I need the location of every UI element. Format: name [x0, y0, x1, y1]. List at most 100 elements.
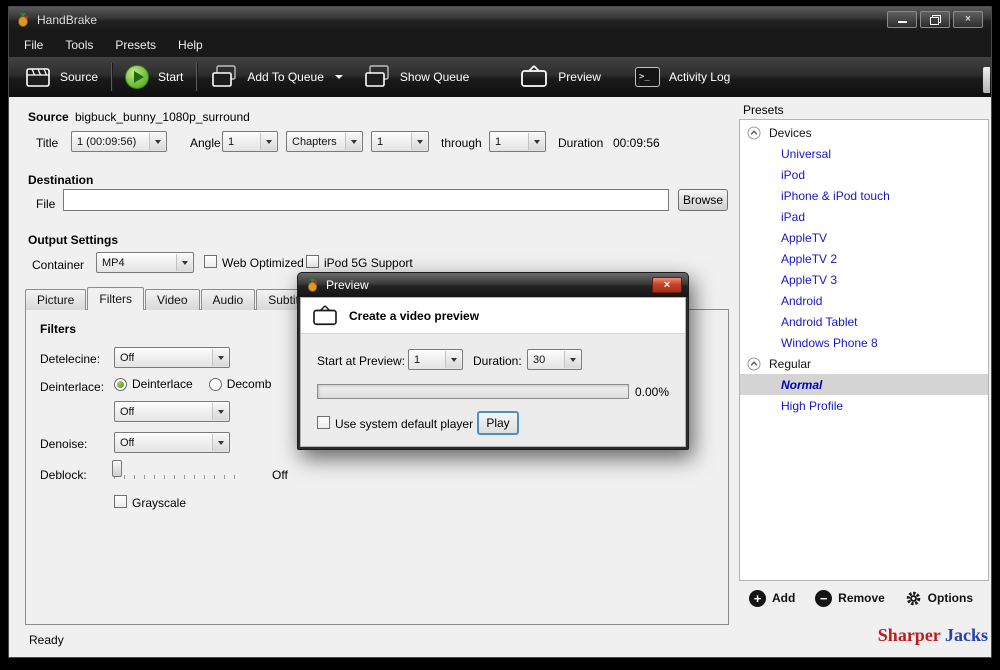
tv-preview-icon: [311, 305, 339, 327]
preview-duration-select[interactable]: 30: [527, 349, 582, 370]
activity-log-button[interactable]: >_ Activity Log: [625, 60, 740, 94]
presets-list: DevicesUniversaliPodiPhone & iPod touchi…: [739, 119, 989, 581]
start-at-preview-select[interactable]: 1: [408, 349, 463, 370]
preset-options-button[interactable]: Options: [905, 590, 973, 607]
close-icon: ×: [664, 280, 670, 291]
denoise-label: Denoise:: [40, 437, 87, 451]
default-player-checkbox[interactable]: [317, 416, 330, 429]
close-button[interactable]: ×: [953, 11, 983, 28]
preset-group-regular[interactable]: Regular: [740, 353, 988, 374]
start-button-label: Start: [158, 70, 183, 84]
minimize-icon: [898, 16, 907, 23]
dropdown-arrow-icon: [149, 133, 165, 150]
container-select[interactable]: MP4: [96, 252, 194, 273]
preset-item-iphone-ipod-touch[interactable]: iPhone & iPod touch: [740, 185, 988, 206]
preset-group-devices[interactable]: Devices: [740, 122, 988, 143]
start-button[interactable]: Start: [115, 60, 193, 94]
preview-dialog-title: Preview: [326, 278, 369, 292]
menu-presets[interactable]: Presets: [104, 34, 167, 56]
preview-dialog: Preview × Create a video preview Start a…: [297, 272, 689, 450]
file-input[interactable]: [63, 189, 669, 211]
preset-item-ipod[interactable]: iPod: [740, 164, 988, 185]
add-to-queue-button[interactable]: Add To Queue: [200, 60, 353, 94]
preset-item-appletv-3[interactable]: AppleTV 3: [740, 269, 988, 290]
start-icon: [125, 65, 149, 89]
show-queue-icon: [363, 64, 391, 90]
gear-icon: [905, 590, 922, 607]
preset-item-appletv-2[interactable]: AppleTV 2: [740, 248, 988, 269]
dropdown-arrow-icon: [176, 254, 192, 271]
preview-progress-bar: [317, 384, 629, 399]
tab-video[interactable]: Video: [145, 289, 199, 310]
play-button[interactable]: Play: [477, 411, 519, 435]
source-button[interactable]: Source: [15, 60, 108, 94]
source-icon: [25, 65, 51, 89]
detelecine-label: Detelecine:: [40, 352, 100, 366]
preset-item-android[interactable]: Android: [740, 290, 988, 311]
preset-item-windows-phone-8[interactable]: Windows Phone 8: [740, 332, 988, 353]
title-bar[interactable]: HandBrake ×: [9, 7, 991, 32]
tab-filters[interactable]: Filters: [87, 287, 144, 310]
range-mode-select[interactable]: Chapters: [286, 131, 363, 152]
decomb-radio-label: Decomb: [227, 377, 272, 391]
range-end-select[interactable]: 1: [489, 131, 546, 152]
title-label: Title: [36, 136, 58, 150]
deblock-slider[interactable]: [112, 460, 244, 482]
preset-item-ipad[interactable]: iPad: [740, 206, 988, 227]
preview-close-button[interactable]: ×: [652, 277, 682, 293]
preview-progress-text: 0.00%: [635, 385, 669, 399]
add-to-queue-label: Add To Queue: [247, 70, 324, 84]
tab-picture[interactable]: Picture: [25, 289, 86, 310]
preset-item-high-profile[interactable]: High Profile: [740, 395, 988, 416]
tab-audio[interactable]: Audio: [201, 289, 256, 310]
decomb-radio[interactable]: [209, 378, 222, 391]
ipod-5g-checkbox[interactable]: [306, 255, 319, 268]
browse-button[interactable]: Browse: [678, 189, 728, 211]
close-icon: ×: [965, 14, 971, 25]
menu-help[interactable]: Help: [167, 34, 214, 56]
title-select[interactable]: 1 (00:09:56): [71, 131, 167, 152]
chevron-up-icon: [747, 357, 761, 371]
dropdown-arrow-icon: [260, 133, 276, 150]
denoise-select[interactable]: Off: [114, 432, 230, 453]
default-player-label: Use system default player: [335, 417, 473, 431]
detelecine-select[interactable]: Off: [114, 347, 230, 368]
preset-item-appletv[interactable]: AppleTV: [740, 227, 988, 248]
preset-item-universal[interactable]: Universal: [740, 143, 988, 164]
preset-item-android-tablet[interactable]: Android Tablet: [740, 311, 988, 332]
dropdown-arrow-icon: [345, 133, 361, 150]
menu-tools[interactable]: Tools: [54, 34, 104, 56]
watermark-first-word: Sharper: [878, 625, 941, 645]
add-preset-button[interactable]: + Add: [749, 590, 795, 607]
through-label: through: [441, 136, 482, 150]
preview-button[interactable]: Preview: [509, 60, 611, 94]
preset-item-normal[interactable]: Normal: [740, 374, 988, 395]
remove-preset-button[interactable]: − Remove: [815, 590, 885, 607]
menu-file[interactable]: File: [13, 34, 54, 56]
deinterlace-radio[interactable]: [114, 378, 127, 391]
minimize-button[interactable]: [887, 11, 917, 28]
preview-button-label: Preview: [558, 70, 601, 84]
angle-select[interactable]: 1: [222, 131, 278, 152]
range-start-select[interactable]: 1: [371, 131, 429, 152]
web-optimized-checkbox[interactable]: [204, 255, 217, 268]
slider-thumb[interactable]: [112, 460, 122, 477]
preview-dialog-titlebar[interactable]: Preview ×: [298, 273, 688, 297]
maximize-icon: [930, 15, 941, 25]
source-value: bigbuck_bunny_1080p_surround: [75, 110, 250, 124]
handbrake-window: HandBrake × File Tools Presets Help Sour…: [8, 6, 992, 658]
preview-dialog-header: Create a video preview: [301, 298, 685, 334]
watermark: Sharper Jacks: [878, 625, 988, 646]
chevron-up-icon: [747, 126, 761, 140]
source-heading: Source: [28, 110, 69, 124]
toolbar-separator: [111, 63, 112, 91]
activity-log-icon: >_: [635, 67, 660, 87]
start-at-preview-label: Start at Preview:: [317, 354, 405, 368]
toolbar-overflow-handle[interactable]: [983, 67, 990, 93]
show-queue-label: Show Queue: [400, 70, 469, 84]
deinterlace-select[interactable]: Off: [114, 401, 230, 422]
grayscale-checkbox[interactable]: [114, 495, 127, 508]
maximize-button[interactable]: [920, 11, 950, 28]
dropdown-arrow-icon: [411, 133, 427, 150]
show-queue-button[interactable]: Show Queue: [353, 60, 479, 94]
